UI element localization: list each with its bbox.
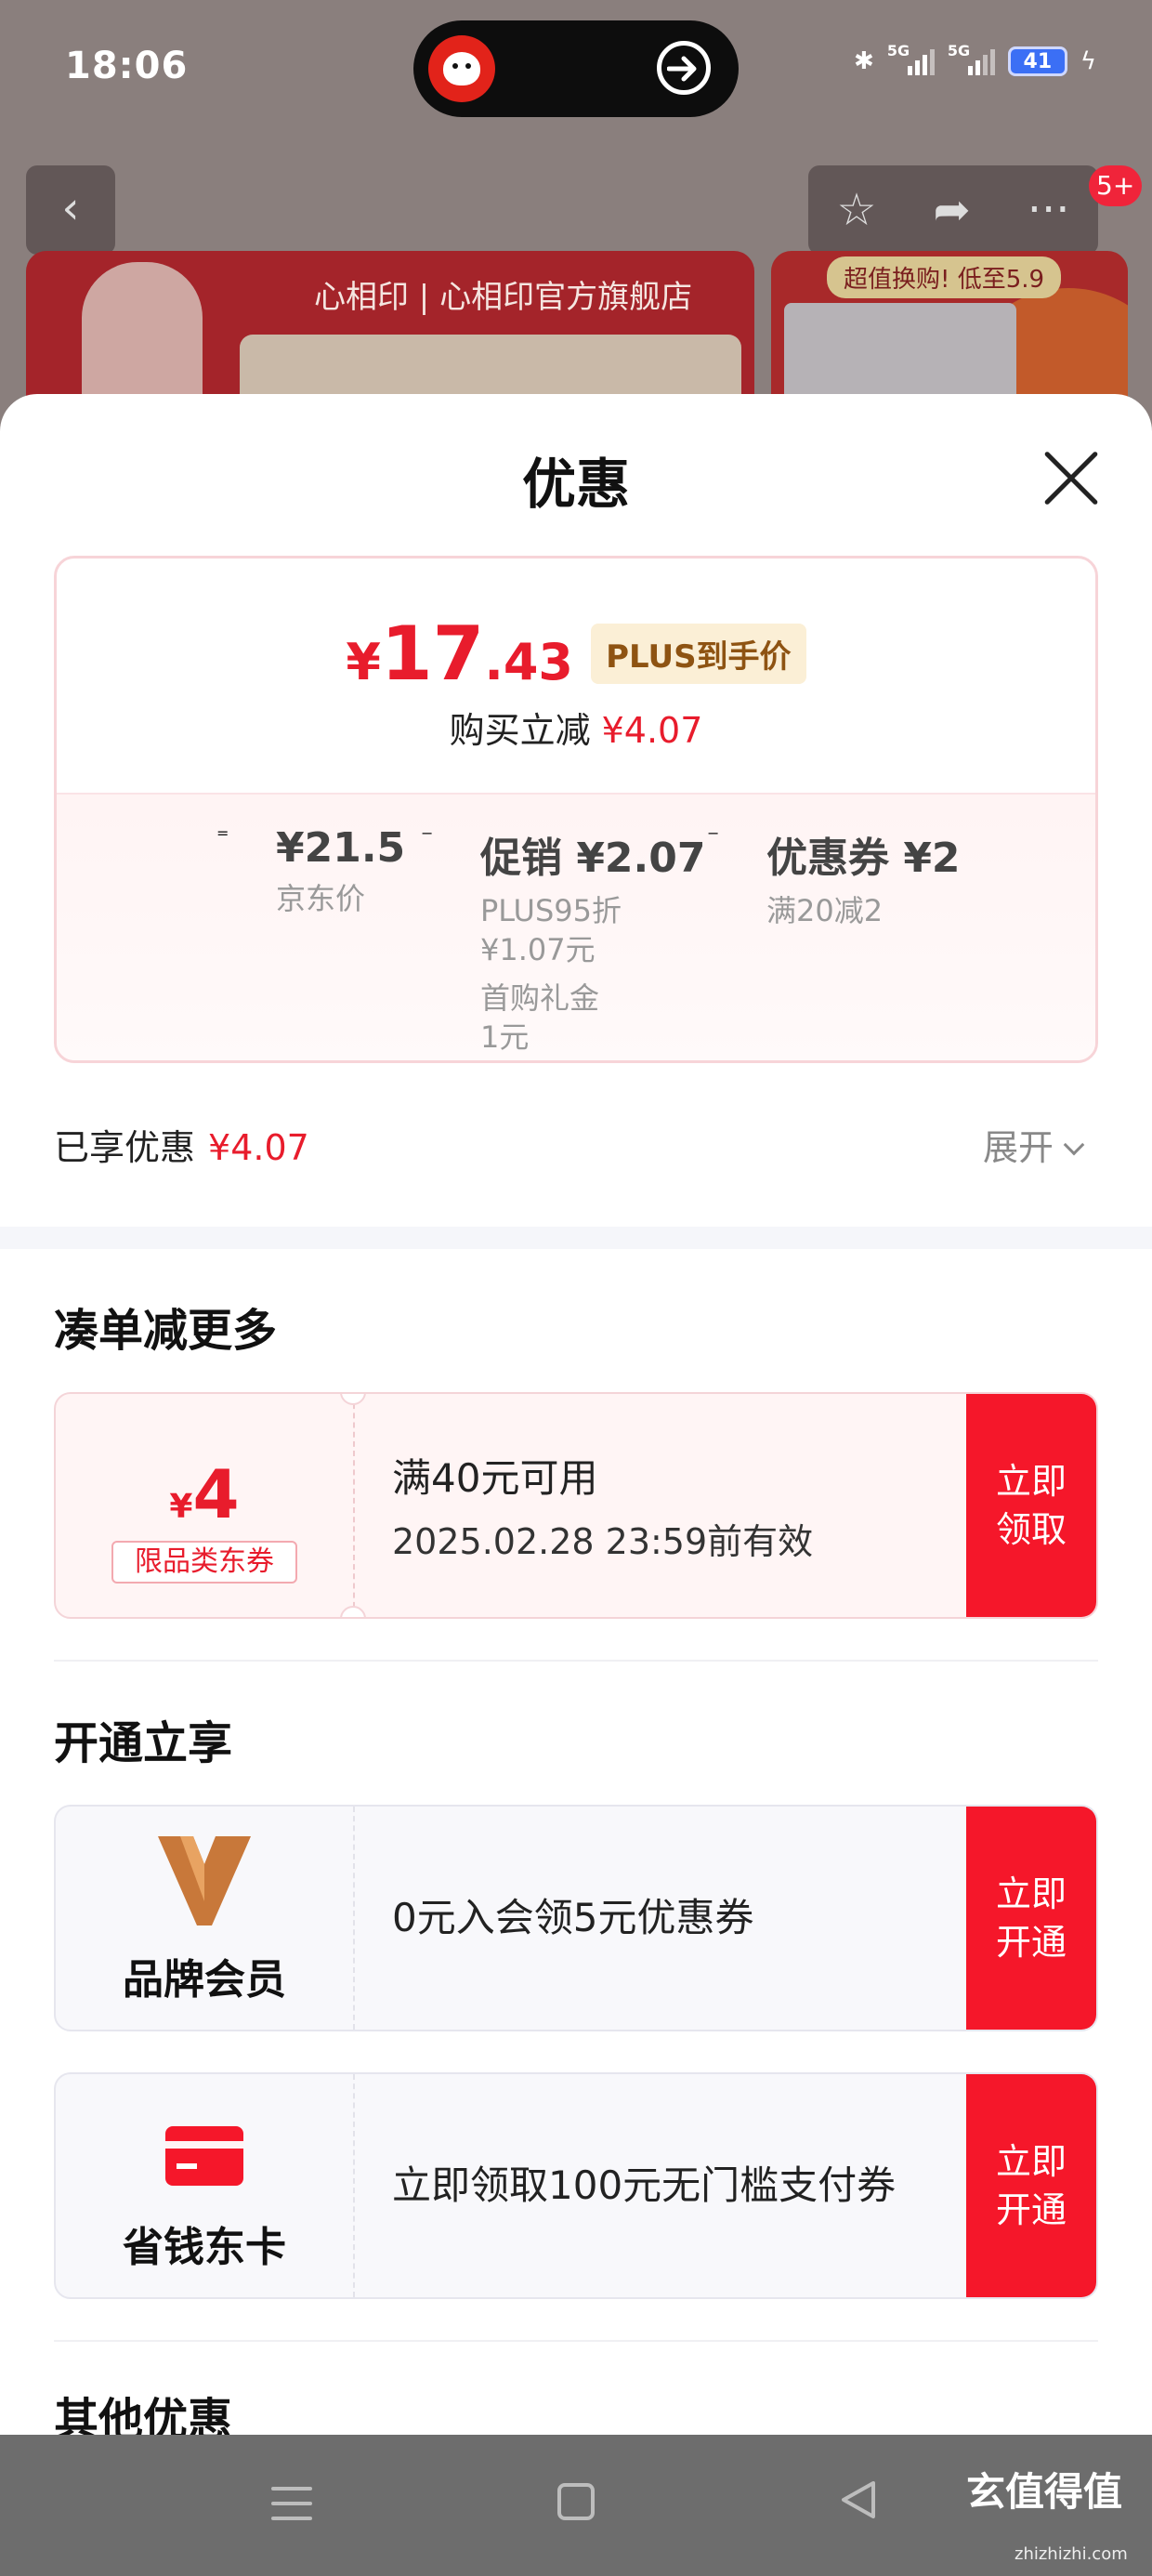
share-icon[interactable]: ➦ (934, 184, 971, 236)
battery-icon: 41 (1007, 46, 1067, 76)
coupon-validity: 2025.02.28 23:59前有效 (392, 1521, 814, 1562)
bluetooth-icon: ✱ (854, 47, 874, 75)
home-square-icon[interactable] (557, 2483, 595, 2520)
brand-member-card: 品牌会员 0元入会领5元优惠券 立即开通 (54, 1805, 1098, 2031)
coupon-type-tag: 限品类东券 (111, 1541, 297, 1584)
notification-badge: 5+ (1089, 165, 1143, 206)
discount-sheet: 优惠 ¥17.43 PLUS到手价 购买立减 ¥4.07 = ¥21.5 京东价 … (0, 394, 1152, 2435)
red-card-icon (165, 2126, 243, 2186)
saving-card: 省钱东卡 立即领取100元无门槛支付券 立即开通 (54, 2072, 1098, 2299)
promo-block: 促销 ¥2.07 PLUS95折 ¥1.07元 首购礼金 1元 (480, 835, 706, 1055)
section-divider (0, 1227, 1152, 1249)
expand-button[interactable]: 展开 (983, 1119, 1085, 1170)
coupon-value: ¥4 限品类东券 (56, 1394, 353, 1617)
close-icon[interactable] (1041, 448, 1102, 509)
recents-menu-icon[interactable] (271, 2487, 312, 2531)
background-page: 18:06 ✱ 5G 5G 41 ϟ ‹ ☆ ➦ ··· 5+ 心相印 | 心相… (0, 0, 1152, 437)
chevron-down-icon (1063, 1134, 1085, 1156)
more-icon[interactable]: ··· (1028, 184, 1070, 236)
sheet-title: 优惠 (521, 453, 630, 516)
section-title-open: 开通立享 (54, 1717, 233, 1769)
coupon-block: 优惠券 ¥2 满20减2 (766, 835, 961, 928)
enjoyed-discount: 已享优惠 ¥4.07 (54, 1127, 309, 1168)
coupon-amount: ¥4 (169, 1455, 240, 1533)
status-time: 18:06 (65, 45, 189, 87)
promo-text: 超值换购! 低至5.9 (827, 256, 1062, 298)
watermark-url: zhizhizhi.com (1015, 2544, 1128, 2564)
status-icons: ✱ 5G 5G 41 ϟ (854, 42, 1096, 76)
section-title-more: 凑单减更多 (54, 1305, 278, 1357)
top-actions: ☆ ➦ ··· (808, 165, 1098, 255)
claim-coupon-button[interactable]: 立即领取 (966, 1394, 1096, 1617)
minus-sign-2: − (707, 824, 720, 842)
status-bar: 18:06 ✱ 5G 5G 41 ϟ (0, 0, 1152, 139)
final-price-area: ¥17.43 PLUS到手价 购买立减 ¥4.07 (57, 559, 1095, 793)
coupon-card: ¥4 限品类东券 满40元可用 2025.02.28 23:59前有效 立即领取 (54, 1392, 1098, 1619)
plus-price-tag: PLUS到手价 (591, 624, 806, 684)
minus-sign-1: − (421, 824, 434, 842)
brand-member-v-icon (158, 1836, 251, 1925)
open-saving-card-button[interactable]: 立即开通 (966, 2074, 1096, 2297)
open-brand-member-button[interactable]: 立即开通 (966, 1807, 1096, 2030)
instant-discount: 购买立减 ¥4.07 (449, 710, 703, 751)
equals-sign: = (216, 824, 229, 842)
section-title-other: 其他优惠 (54, 2394, 233, 2435)
brand-member-label: 品牌会员 (123, 1956, 286, 2004)
signal-icon: 5G (887, 42, 935, 75)
final-price: ¥17.43 (346, 611, 573, 697)
saving-card-label: 省钱东卡 (123, 2224, 286, 2271)
saving-card-info: 立即领取100元无门槛支付券 (392, 2162, 897, 2208)
brand-member-logo-area: 品牌会员 (56, 1807, 353, 2030)
final-price-row: ¥17.43 PLUS到手价 (57, 611, 1095, 697)
favorite-star-icon[interactable]: ☆ (836, 184, 876, 236)
saving-card-logo-area: 省钱东卡 (56, 2074, 353, 2297)
dynamic-island[interactable] (413, 20, 739, 117)
jd-price-block: ¥21.5 京东价 (276, 824, 406, 916)
price-calculation: = ¥21.5 京东价 − 促销 ¥2.07 PLUS95折 ¥1.07元 首购… (57, 793, 1095, 1060)
coupon-info: 满40元可用 2025.02.28 23:59前有效 (392, 1394, 987, 1617)
charging-icon: ϟ (1080, 47, 1096, 75)
price-breakdown-card: ¥17.43 PLUS到手价 购买立减 ¥4.07 = ¥21.5 京东价 − 促… (54, 556, 1098, 1063)
coupon-condition: 满40元可用 (392, 1455, 598, 1501)
exit-arrow-icon[interactable] (657, 41, 711, 95)
signal-icon-2: 5G (948, 42, 995, 75)
jd-mascot-icon (428, 35, 495, 102)
brand-member-info: 0元入会领5元优惠券 (392, 1895, 754, 1940)
watermark: 玄值得值 (966, 2469, 1123, 2515)
store-name: 心相印 | 心相印官方旗舰店 (314, 279, 693, 316)
back-button[interactable]: ‹ (26, 165, 115, 255)
